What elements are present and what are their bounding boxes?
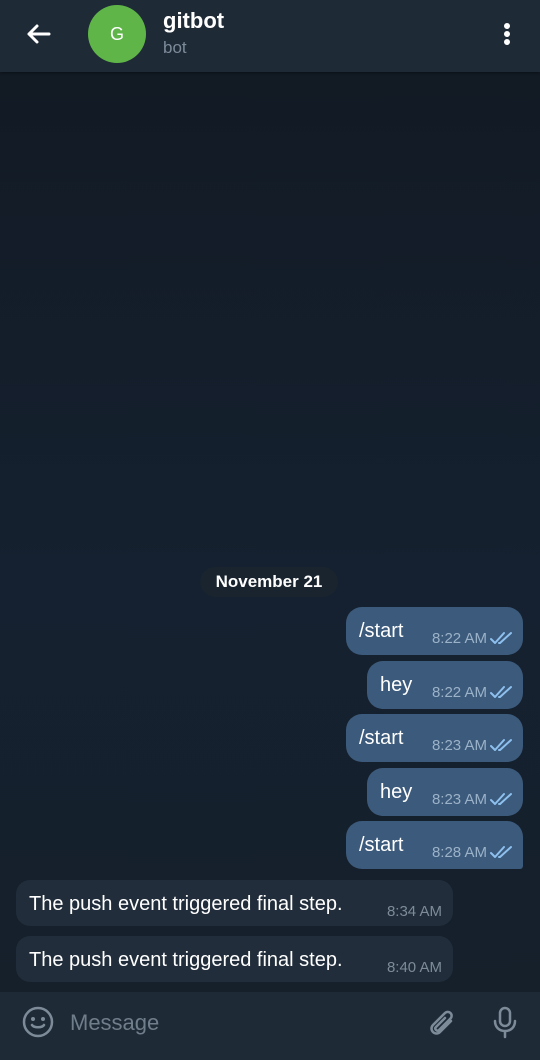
emoji-icon bbox=[22, 1006, 54, 1038]
message-text: /start bbox=[359, 834, 404, 856]
message-time: 8:23 AM bbox=[431, 737, 487, 754]
chat-status: bot bbox=[163, 38, 187, 57]
microphone-icon bbox=[493, 1006, 517, 1039]
outgoing-message[interactable]: /start 8:23 AM bbox=[346, 714, 523, 762]
more-menu-button[interactable] bbox=[496, 20, 518, 50]
emoji-button[interactable] bbox=[20, 1004, 56, 1040]
date-separator: November 21 bbox=[200, 567, 338, 597]
double-check-icon bbox=[490, 846, 512, 858]
message-text: hey bbox=[380, 674, 413, 696]
incoming-message[interactable]: The push event triggered final step. 8:3… bbox=[16, 880, 453, 926]
message-input[interactable] bbox=[68, 1006, 412, 1040]
arrow-left-icon bbox=[27, 24, 51, 44]
attach-button[interactable] bbox=[424, 1006, 458, 1040]
incoming-message[interactable]: The push event triggered final step. 8:4… bbox=[16, 936, 453, 982]
avatar[interactable]: G bbox=[88, 5, 146, 63]
message-time: 8:23 AM bbox=[431, 791, 487, 808]
message-list[interactable]: November 21 /start 8:22 AM hey 8:22 AM /… bbox=[0, 72, 540, 992]
message-text: /start bbox=[359, 620, 404, 642]
message-text: The push event triggered final step. bbox=[29, 949, 343, 971]
back-button[interactable] bbox=[22, 18, 56, 52]
paperclip-icon bbox=[430, 1010, 453, 1035]
double-check-icon bbox=[490, 793, 512, 805]
message-text: /start bbox=[359, 727, 404, 749]
message-text: hey bbox=[380, 781, 413, 803]
outgoing-message[interactable]: /start 8:28 AM bbox=[346, 821, 523, 869]
message-time: 8:34 AM bbox=[386, 903, 442, 920]
more-vertical-icon bbox=[504, 23, 510, 45]
message-time: 8:28 AM bbox=[431, 844, 487, 861]
chat-header: G gitbot bot bbox=[0, 0, 540, 72]
message-composer bbox=[0, 992, 540, 1060]
message-time: 8:22 AM bbox=[431, 630, 487, 647]
double-check-icon bbox=[490, 632, 512, 644]
outgoing-message[interactable]: /start 8:22 AM bbox=[346, 607, 523, 655]
microphone-button[interactable] bbox=[490, 1006, 520, 1040]
chat-title[interactable]: gitbot bbox=[163, 8, 224, 34]
double-check-icon bbox=[490, 686, 512, 698]
message-text: The push event triggered final step. bbox=[29, 893, 343, 915]
message-time: 8:22 AM bbox=[431, 684, 487, 701]
double-check-icon bbox=[490, 739, 512, 751]
message-time: 8:40 AM bbox=[386, 959, 442, 976]
outgoing-message[interactable]: hey 8:22 AM bbox=[367, 661, 523, 709]
outgoing-message[interactable]: hey 8:23 AM bbox=[367, 768, 523, 816]
